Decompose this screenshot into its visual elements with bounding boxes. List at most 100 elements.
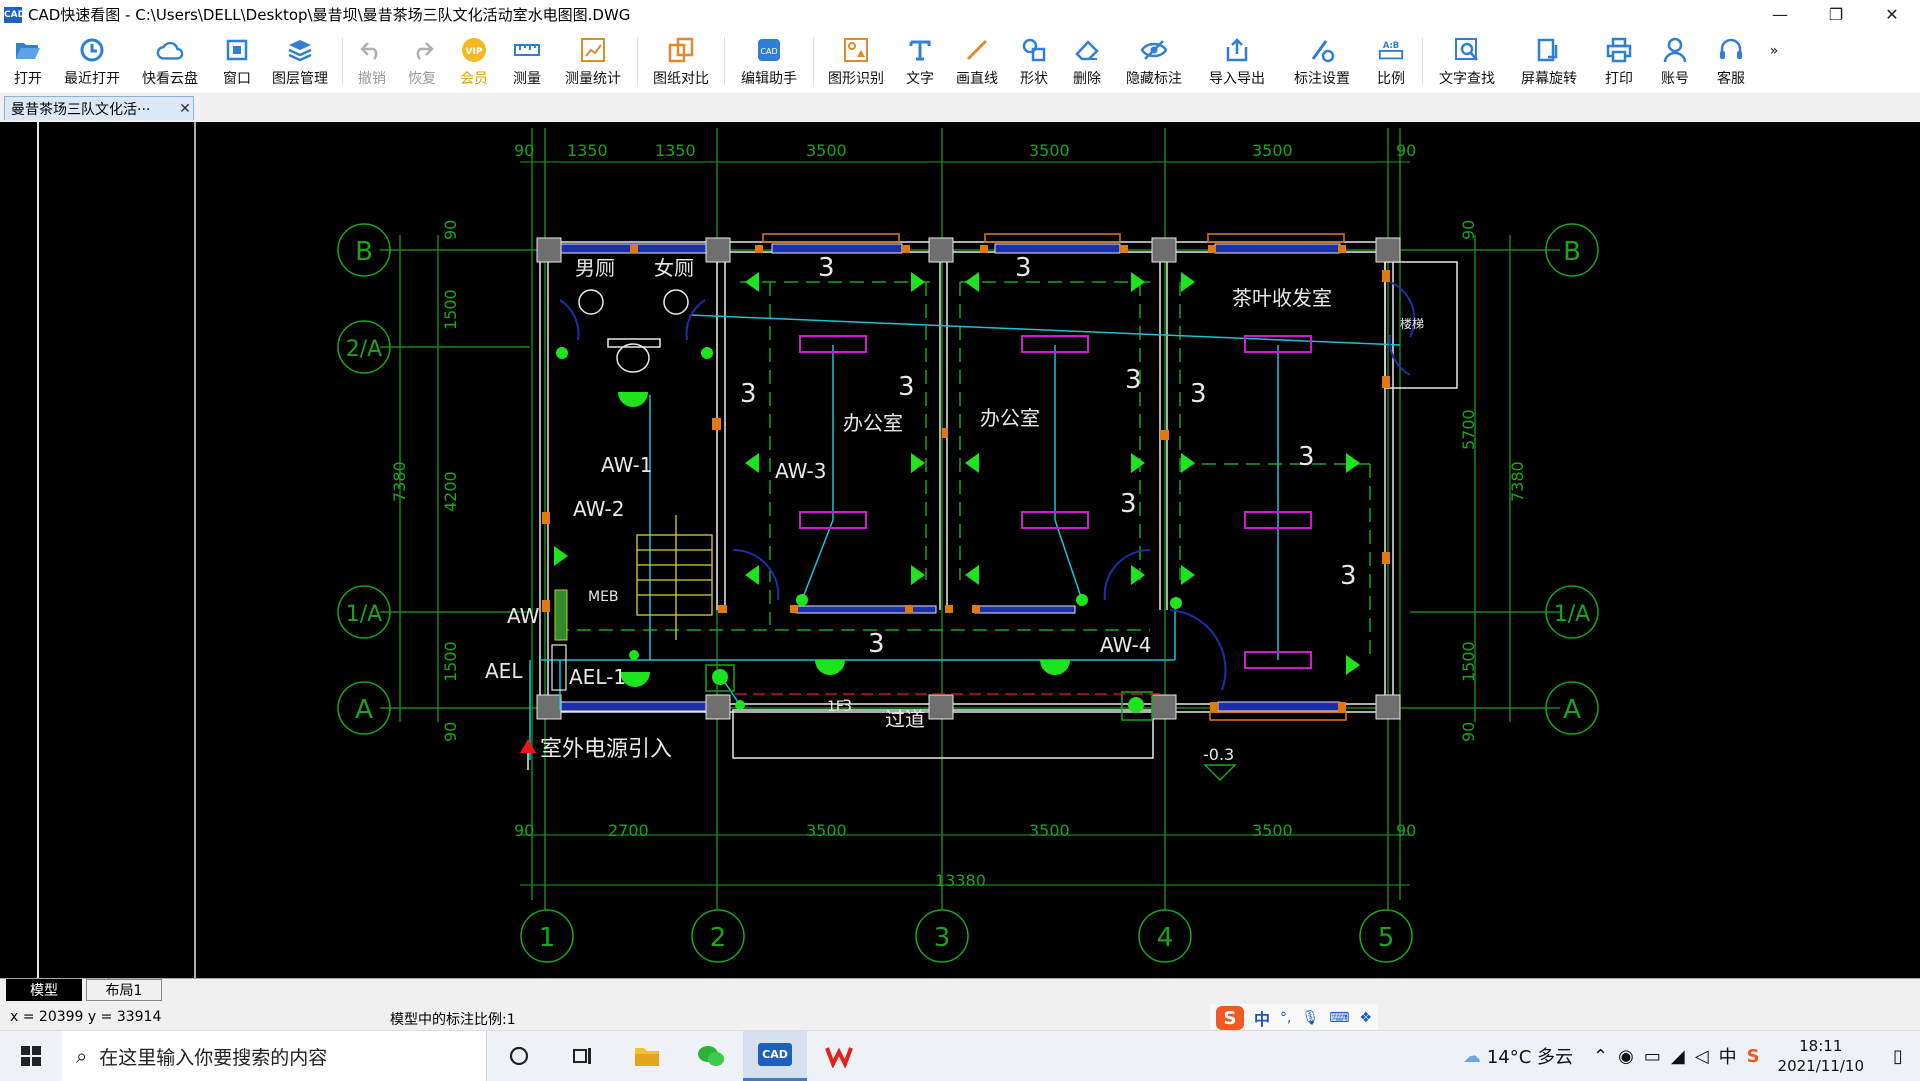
label-meb: MEB — [588, 589, 619, 605]
scale-ratio-icon: A:B — [1377, 36, 1405, 64]
weather-text[interactable]: 14°C 多云 — [1487, 1043, 1573, 1069]
wechat-button[interactable] — [679, 1031, 743, 1081]
restore-button[interactable]: ❐ — [1808, 0, 1864, 29]
network-icon[interactable]: ◢ — [1671, 1046, 1685, 1067]
tab-model[interactable]: 模型 — [6, 979, 82, 1001]
start-button[interactable] — [0, 1031, 62, 1081]
clock[interactable]: 18:11 2021/11/10 — [1778, 1036, 1864, 1076]
cad-taskbar-button[interactable]: CAD — [743, 1031, 807, 1081]
main-toolbar: 打开 最近打开 快看云盘 窗口 图层管理 撤销 恢复 VIP 会员 测量 测量统… — [0, 29, 1920, 93]
microphone-icon[interactable]: 🎙 — [1301, 1010, 1319, 1026]
drawing-canvas[interactable]: 90 1350 1350 3500 3500 3500 90 90 2700 3… — [0, 122, 1920, 978]
measure-stats-button[interactable]: 测量统计 — [553, 29, 633, 93]
wechat-icon — [698, 1046, 724, 1066]
dim-settings-button[interactable]: 标注设置 — [1280, 29, 1364, 93]
undo-button[interactable]: 撤销 — [347, 29, 397, 93]
print-button[interactable]: 打印 — [1591, 29, 1647, 93]
qq-icon[interactable]: ◉ — [1618, 1046, 1634, 1067]
account-button[interactable]: 账号 — [1647, 29, 1703, 93]
scale-button[interactable]: A:B 比例 — [1364, 29, 1418, 93]
document-tab[interactable]: 曼昔茶场三队文化活··· ✕ — [4, 96, 194, 120]
rotate-label: 屏幕旋转 — [1521, 71, 1577, 87]
ruler-icon — [513, 36, 541, 64]
sogou-logo-icon[interactable]: S — [1216, 1006, 1244, 1030]
shape-recognize-icon — [842, 36, 870, 64]
sogou-tray-icon[interactable]: S — [1747, 1046, 1760, 1067]
shape-recog-button[interactable]: 图形识别 — [818, 29, 894, 93]
vip-button[interactable]: VIP 会员 — [447, 29, 501, 93]
toolbar-overflow-button[interactable]: » — [1759, 29, 1789, 100]
text-search-icon — [1453, 36, 1481, 64]
redo-button[interactable]: 恢复 — [397, 29, 447, 93]
edit-helper-label: 编辑助手 — [741, 71, 797, 87]
axis-4: 4 — [1157, 923, 1174, 953]
axis-1: 1 — [539, 923, 556, 953]
label-aw3: AW-3 — [775, 459, 827, 483]
tab-layout1[interactable]: 布局1 — [86, 979, 162, 1001]
open-button[interactable]: 打开 — [0, 29, 56, 93]
edit-cad-icon: CAD — [755, 36, 783, 64]
label-ael1: AEL-1 — [569, 665, 626, 689]
close-tab-icon[interactable]: ✕ — [177, 101, 193, 117]
ime-punctuation[interactable]: °, — [1280, 1010, 1291, 1026]
toolbar-divider — [1422, 37, 1423, 85]
service-button[interactable]: 客服 — [1703, 29, 1759, 93]
chevron-up-icon[interactable]: ⌃ — [1593, 1046, 1608, 1067]
dim-bottom-4: 3500 — [1252, 821, 1293, 840]
layers-button[interactable]: 图层管理 — [262, 29, 338, 93]
volume-icon[interactable]: ◁ — [1695, 1046, 1709, 1067]
delete-button[interactable]: 删除 — [1060, 29, 1114, 93]
hide-dim-button[interactable]: 隐藏标注 — [1114, 29, 1194, 93]
battery-icon[interactable]: ▭ — [1644, 1046, 1661, 1067]
label-3-c: 3 — [740, 379, 757, 409]
axis-b-left: B — [355, 237, 373, 267]
cursor-coordinates: x = 20399 y = 33914 — [10, 1009, 162, 1025]
cortana-button[interactable] — [487, 1031, 551, 1081]
account-label: 账号 — [1661, 71, 1689, 87]
windows-logo-icon — [21, 1046, 41, 1066]
text-button[interactable]: 文字 — [894, 29, 946, 93]
line-button[interactable]: 画直线 — [946, 29, 1008, 93]
edit-helper-button[interactable]: CAD 编辑助手 — [729, 29, 809, 93]
ime-tray-indicator[interactable]: 中 — [1719, 1043, 1737, 1069]
wps-button[interactable] — [807, 1031, 871, 1081]
compare-button[interactable]: 图纸对比 — [642, 29, 720, 93]
dim-left-3: 1500 — [441, 641, 460, 682]
weather-cloud-icon: ☁ — [1462, 1045, 1481, 1067]
dim-left-0: 90 — [441, 220, 460, 240]
stats-icon — [579, 36, 607, 64]
label-3-f: 3 — [1190, 379, 1207, 409]
line-tool-icon — [963, 36, 991, 64]
label-3-b: 3 — [1015, 253, 1032, 283]
label-aw4: AW-4 — [1100, 633, 1152, 657]
window-button[interactable]: 窗口 — [212, 29, 262, 93]
keyboard-icon[interactable]: ⌨ — [1329, 1010, 1349, 1026]
dim-left-total: 7380 — [390, 461, 409, 502]
close-button[interactable]: ✕ — [1864, 0, 1920, 29]
apps-grid-icon[interactable]: ❖ — [1359, 1010, 1372, 1026]
minimize-button[interactable]: — — [1752, 0, 1808, 29]
cloud-button[interactable]: 快看云盘 — [128, 29, 212, 93]
toolbar-divider — [342, 37, 343, 85]
notification-icon[interactable]: ▯ — [1876, 1046, 1920, 1067]
recent-button[interactable]: 最近打开 — [56, 29, 128, 93]
task-view-button[interactable] — [551, 1031, 615, 1081]
axis-a-right: A — [1563, 695, 1581, 725]
taskbar-search-box[interactable]: ⌕ 在这里输入你要搜索的内容 — [62, 1031, 487, 1081]
text-search-button[interactable]: 文字查找 — [1427, 29, 1507, 93]
text-search-label: 文字查找 — [1439, 71, 1495, 87]
cad-drawing: 90 1350 1350 3500 3500 3500 90 90 2700 3… — [37, 122, 1599, 978]
rotate-button[interactable]: 屏幕旋转 — [1507, 29, 1591, 93]
window-title: CAD快速看图 - C:\Users\DELL\Desktop\曼昔坝\曼昔茶场… — [28, 6, 631, 24]
import-export-button[interactable]: 导入导出 — [1194, 29, 1280, 93]
measure-button[interactable]: 测量 — [501, 29, 553, 93]
file-explorer-button[interactable] — [615, 1031, 679, 1081]
export-icon — [1223, 36, 1251, 64]
label-office-2: 办公室 — [980, 406, 1040, 430]
recent-label: 最近打开 — [64, 71, 120, 87]
cortana-circle-icon — [509, 1046, 529, 1066]
ime-language[interactable]: 中 — [1254, 1006, 1270, 1030]
window-icon — [223, 36, 251, 64]
shape-button[interactable]: 形状 — [1008, 29, 1060, 93]
axis-1a-right: 1/A — [1554, 602, 1590, 627]
